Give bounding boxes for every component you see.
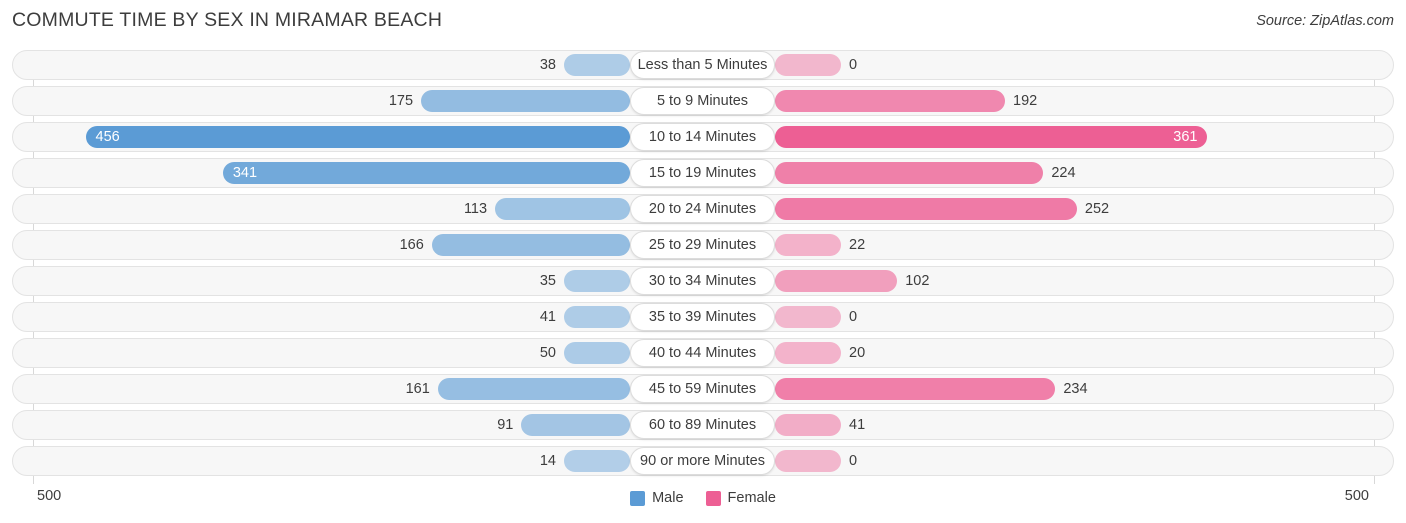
male-bar[interactable]: [495, 198, 630, 220]
male-bar[interactable]: [564, 450, 630, 472]
page-title: COMMUTE TIME BY SEX IN MIRAMAR BEACH: [12, 9, 443, 31]
female-bar[interactable]: [775, 450, 841, 472]
chart-root: COMMUTE TIME BY SEX IN MIRAMAR BEACH Sou…: [0, 0, 1406, 523]
category-label-7: 30 to 34 Minutes: [630, 267, 775, 295]
female-value-label: 0: [849, 453, 858, 469]
male-value-label: 341: [232, 165, 258, 181]
female-bar[interactable]: [775, 306, 841, 328]
legend-label: Female: [727, 490, 776, 506]
category-label-5: 20 to 24 Minutes: [630, 195, 775, 223]
source-attribution: Source: ZipAtlas.com: [1256, 13, 1394, 29]
chart-legend: Male Female: [0, 490, 1406, 506]
female-bar[interactable]: [775, 198, 1077, 220]
category-label-10: 45 to 59 Minutes: [630, 375, 775, 403]
bar-row: 456 361 10 to 14 Minutes: [0, 122, 1406, 152]
female-bar[interactable]: [775, 378, 1056, 400]
male-bar[interactable]: [564, 54, 630, 76]
female-value-label: 224: [1051, 165, 1076, 181]
male-bar[interactable]: [431, 234, 630, 256]
category-label-2: 5 to 9 Minutes: [630, 87, 775, 115]
category-label-12: 90 or more Minutes: [630, 447, 775, 475]
chart-header: COMMUTE TIME BY SEX IN MIRAMAR BEACH Sou…: [0, 0, 1406, 44]
bar-rows: 38 0 Less than 5 Minutes 175 192 5 to 9 Minut…: [0, 50, 1406, 482]
chart-footer: 500 500 Male Female: [0, 484, 1406, 523]
bar-row: 166 22 25 to 29 Minutes: [0, 230, 1406, 260]
bar-row: 38 0 Less than 5 Minutes: [0, 50, 1406, 80]
male-value-label: 91: [497, 417, 514, 433]
male-value-label: 50: [539, 345, 556, 361]
female-value-label: 0: [849, 57, 858, 73]
male-bar[interactable]: [564, 342, 630, 364]
female-value-label: 0: [849, 309, 858, 325]
male-value-label: 175: [388, 93, 414, 109]
male-bar[interactable]: [85, 126, 630, 148]
male-bar[interactable]: [564, 306, 630, 328]
male-value-label: 41: [539, 309, 556, 325]
female-value-label: 192: [1013, 93, 1038, 109]
bar-row: 341 224 15 to 19 Minutes: [0, 158, 1406, 188]
bar-row: 14 0 90 or more Minutes: [0, 446, 1406, 476]
legend-item-male[interactable]: Male: [630, 490, 684, 506]
bar-row: 35 102 30 to 34 Minutes: [0, 266, 1406, 296]
male-bar[interactable]: [421, 90, 630, 112]
female-value-label: 20: [849, 345, 866, 361]
bar-row: 41 0 35 to 39 Minutes: [0, 302, 1406, 332]
male-value-label: 456: [95, 129, 120, 145]
category-label-11: 60 to 89 Minutes: [630, 411, 775, 439]
male-value-label: 166: [399, 237, 424, 253]
female-bar[interactable]: [775, 270, 898, 292]
female-bar[interactable]: [775, 162, 1044, 184]
bar-row: 91 41 60 to 89 Minutes: [0, 410, 1406, 440]
male-bar[interactable]: [437, 378, 630, 400]
female-bar[interactable]: [775, 342, 841, 364]
male-bar[interactable]: [521, 414, 630, 436]
female-value-label: 41: [849, 417, 866, 433]
category-label-4: 15 to 19 Minutes: [630, 159, 775, 187]
female-bar[interactable]: [775, 414, 841, 436]
legend-swatch-icon: [705, 490, 721, 506]
category-label-8: 35 to 39 Minutes: [630, 303, 775, 331]
legend-item-female[interactable]: Female: [705, 490, 776, 506]
bar-row: 175 192 5 to 9 Minutes: [0, 86, 1406, 116]
female-value-label: 234: [1063, 381, 1088, 397]
legend-label: Male: [652, 490, 684, 506]
male-bar[interactable]: [564, 270, 630, 292]
bar-row: 50 20 40 to 44 Minutes: [0, 338, 1406, 368]
bar-row: 161 234 45 to 59 Minutes: [0, 374, 1406, 404]
legend-swatch-icon: [630, 490, 646, 506]
female-bar[interactable]: [775, 234, 841, 256]
female-value-label: 102: [905, 273, 930, 289]
bar-row: 113 252 20 to 24 Minutes: [0, 194, 1406, 224]
category-label-3: 10 to 14 Minutes: [630, 123, 775, 151]
male-value-label: 113: [463, 201, 488, 217]
plot-area: 38 0 Less than 5 Minutes 175 192 5 to 9 Minut…: [0, 50, 1406, 484]
male-value-label: 14: [539, 453, 556, 469]
male-value-label: 38: [539, 57, 556, 73]
category-label-1: Less than 5 Minutes: [630, 51, 775, 79]
female-bar[interactable]: [775, 54, 841, 76]
female-value-label: 22: [849, 237, 866, 253]
category-label-9: 40 to 44 Minutes: [630, 339, 775, 367]
male-value-label: 161: [405, 381, 430, 397]
female-bar[interactable]: [775, 90, 1006, 112]
category-label-6: 25 to 29 Minutes: [630, 231, 775, 259]
female-value-label: 361: [1173, 129, 1198, 145]
male-value-label: 35: [539, 273, 556, 289]
female-value-label: 252: [1084, 201, 1110, 217]
